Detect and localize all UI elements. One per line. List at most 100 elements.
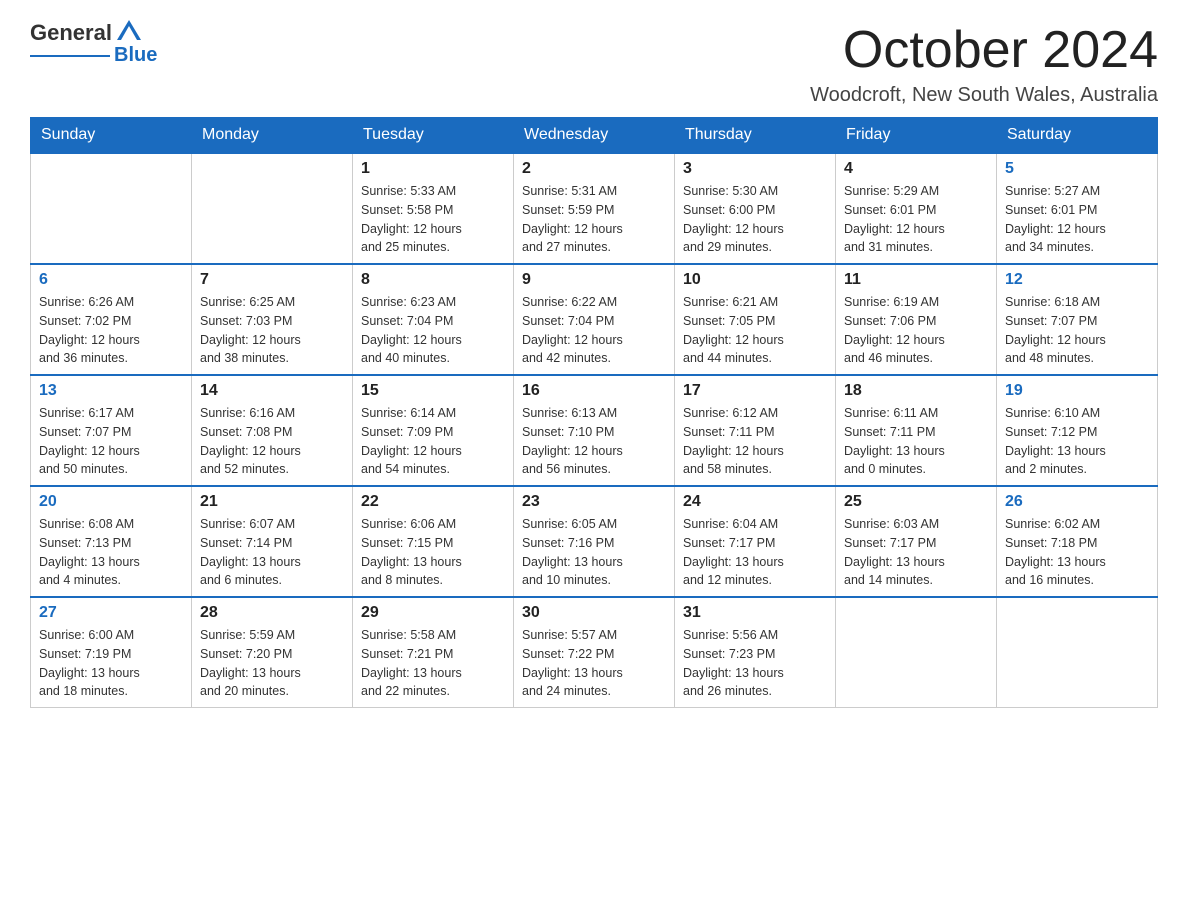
col-header-saturday: Saturday [997, 118, 1158, 154]
calendar-cell: 11 Sunrise: 6:19 AMSunset: 7:06 PMDayligh… [836, 264, 997, 375]
day-info: Sunrise: 6:10 AMSunset: 7:12 PMDaylight:… [1005, 404, 1149, 479]
day-number: 21 [200, 493, 344, 511]
day-info: Sunrise: 5:27 AMSunset: 6:01 PMDaylight:… [1005, 182, 1149, 257]
col-header-sunday: Sunday [31, 118, 192, 154]
day-info: Sunrise: 5:30 AMSunset: 6:00 PMDaylight:… [683, 182, 827, 257]
calendar-cell: 9Sunrise: 6:22 AMSunset: 7:04 PMDaylight… [514, 264, 675, 375]
calendar-cell: 17 Sunrise: 6:12 AMSunset: 7:11 PMDayligh… [675, 375, 836, 486]
calendar-cell: 14 Sunrise: 6:16 AMSunset: 7:08 PMDayligh… [192, 375, 353, 486]
day-number: 24 [683, 493, 827, 511]
week-row-5: 27Sunrise: 6:00 AMSunset: 7:19 PMDayligh… [31, 597, 1158, 708]
calendar-cell: 5 Sunrise: 5:27 AMSunset: 6:01 PMDaylight… [997, 153, 1158, 264]
location-title: Woodcroft, New South Wales, Australia [810, 84, 1158, 107]
day-info: Sunrise: 6:13 AMSunset: 7:10 PMDaylight:… [522, 404, 666, 479]
day-number: 19 [1005, 382, 1149, 400]
calendar-cell: 21 Sunrise: 6:07 AMSunset: 7:14 PMDayligh… [192, 486, 353, 597]
calendar-cell: 2Sunrise: 5:31 AMSunset: 5:59 PMDaylight… [514, 153, 675, 264]
calendar-cell: 4 Sunrise: 5:29 AMSunset: 6:01 PMDaylight… [836, 153, 997, 264]
calendar-cell: 20Sunrise: 6:08 AMSunset: 7:13 PMDayligh… [31, 486, 192, 597]
day-info: Sunrise: 5:57 AMSunset: 7:22 PMDaylight:… [522, 626, 666, 701]
day-number: 11 [844, 271, 988, 289]
day-info: Sunrise: 6:06 AMSunset: 7:15 PMDaylight:… [361, 515, 505, 590]
header-row: SundayMondayTuesdayWednesdayThursdayFrid… [31, 118, 1158, 154]
calendar-cell [192, 153, 353, 264]
day-number: 30 [522, 604, 666, 622]
day-info: Sunrise: 5:56 AMSunset: 7:23 PMDaylight:… [683, 626, 827, 701]
day-number: 10 [683, 271, 827, 289]
week-row-3: 13 Sunrise: 6:17 AMSunset: 7:07 PMDayligh… [31, 375, 1158, 486]
calendar-cell: 23 Sunrise: 6:05 AMSunset: 7:16 PMDayligh… [514, 486, 675, 597]
day-number: 18 [844, 382, 988, 400]
calendar-cell: 28 Sunrise: 5:59 AMSunset: 7:20 PMDayligh… [192, 597, 353, 708]
day-info: Sunrise: 6:12 AMSunset: 7:11 PMDaylight:… [683, 404, 827, 479]
day-info: Sunrise: 6:19 AMSunset: 7:06 PMDaylight:… [844, 293, 988, 368]
day-number: 8 [361, 271, 505, 289]
calendar-cell: 1 Sunrise: 5:33 AMSunset: 5:58 PMDaylight… [353, 153, 514, 264]
day-info: Sunrise: 6:00 AMSunset: 7:19 PMDaylight:… [39, 626, 183, 701]
week-row-2: 6 Sunrise: 6:26 AMSunset: 7:02 PMDaylight… [31, 264, 1158, 375]
day-info: Sunrise: 6:08 AMSunset: 7:13 PMDaylight:… [39, 515, 183, 590]
logo-general-text: General [30, 20, 112, 46]
week-row-1: 1 Sunrise: 5:33 AMSunset: 5:58 PMDaylight… [31, 153, 1158, 264]
day-number: 29 [361, 604, 505, 622]
calendar-cell [31, 153, 192, 264]
day-info: Sunrise: 6:05 AMSunset: 7:16 PMDaylight:… [522, 515, 666, 590]
day-number: 7 [200, 271, 344, 289]
calendar-cell: 6 Sunrise: 6:26 AMSunset: 7:02 PMDaylight… [31, 264, 192, 375]
day-number: 15 [361, 382, 505, 400]
calendar-cell: 18Sunrise: 6:11 AMSunset: 7:11 PMDayligh… [836, 375, 997, 486]
calendar-cell: 22 Sunrise: 6:06 AMSunset: 7:15 PMDayligh… [353, 486, 514, 597]
day-number: 23 [522, 493, 666, 511]
calendar-cell [836, 597, 997, 708]
day-number: 13 [39, 382, 183, 400]
day-number: 25 [844, 493, 988, 511]
day-number: 17 [683, 382, 827, 400]
col-header-tuesday: Tuesday [353, 118, 514, 154]
day-info: Sunrise: 6:02 AMSunset: 7:18 PMDaylight:… [1005, 515, 1149, 590]
day-number: 28 [200, 604, 344, 622]
calendar-cell: 27Sunrise: 6:00 AMSunset: 7:19 PMDayligh… [31, 597, 192, 708]
calendar-cell: 10Sunrise: 6:21 AMSunset: 7:05 PMDayligh… [675, 264, 836, 375]
week-row-4: 20Sunrise: 6:08 AMSunset: 7:13 PMDayligh… [31, 486, 1158, 597]
calendar-cell: 13 Sunrise: 6:17 AMSunset: 7:07 PMDayligh… [31, 375, 192, 486]
day-number: 5 [1005, 160, 1149, 178]
logo-icon [115, 18, 143, 46]
col-header-thursday: Thursday [675, 118, 836, 154]
calendar-cell: 12 Sunrise: 6:18 AMSunset: 7:07 PMDayligh… [997, 264, 1158, 375]
day-number: 22 [361, 493, 505, 511]
calendar-cell: 26Sunrise: 6:02 AMSunset: 7:18 PMDayligh… [997, 486, 1158, 597]
day-number: 6 [39, 271, 183, 289]
day-info: Sunrise: 5:29 AMSunset: 6:01 PMDaylight:… [844, 182, 988, 257]
day-info: Sunrise: 6:22 AMSunset: 7:04 PMDaylight:… [522, 293, 666, 368]
day-info: Sunrise: 6:18 AMSunset: 7:07 PMDaylight:… [1005, 293, 1149, 368]
calendar-cell: 19 Sunrise: 6:10 AMSunset: 7:12 PMDayligh… [997, 375, 1158, 486]
day-number: 1 [361, 160, 505, 178]
day-info: Sunrise: 5:33 AMSunset: 5:58 PMDaylight:… [361, 182, 505, 257]
calendar-cell: 30 Sunrise: 5:57 AMSunset: 7:22 PMDayligh… [514, 597, 675, 708]
logo-blue-text: Blue [114, 44, 157, 67]
page-header: General Blue October 2024 Woodcroft, New… [30, 20, 1158, 107]
title-block: October 2024 Woodcroft, New South Wales,… [810, 20, 1158, 107]
calendar-cell [997, 597, 1158, 708]
day-number: 12 [1005, 271, 1149, 289]
calendar-cell: 31 Sunrise: 5:56 AMSunset: 7:23 PMDayligh… [675, 597, 836, 708]
day-number: 4 [844, 160, 988, 178]
day-info: Sunrise: 5:58 AMSunset: 7:21 PMDaylight:… [361, 626, 505, 701]
day-info: Sunrise: 6:17 AMSunset: 7:07 PMDaylight:… [39, 404, 183, 479]
day-info: Sunrise: 5:59 AMSunset: 7:20 PMDaylight:… [200, 626, 344, 701]
day-number: 16 [522, 382, 666, 400]
calendar-cell: 8Sunrise: 6:23 AMSunset: 7:04 PMDaylight… [353, 264, 514, 375]
day-info: Sunrise: 6:16 AMSunset: 7:08 PMDaylight:… [200, 404, 344, 479]
calendar-cell: 16 Sunrise: 6:13 AMSunset: 7:10 PMDayligh… [514, 375, 675, 486]
day-info: Sunrise: 6:26 AMSunset: 7:02 PMDaylight:… [39, 293, 183, 368]
day-info: Sunrise: 6:03 AMSunset: 7:17 PMDaylight:… [844, 515, 988, 590]
calendar-cell: 25 Sunrise: 6:03 AMSunset: 7:17 PMDayligh… [836, 486, 997, 597]
day-number: 14 [200, 382, 344, 400]
calendar-cell: 29 Sunrise: 5:58 AMSunset: 7:21 PMDayligh… [353, 597, 514, 708]
day-number: 31 [683, 604, 827, 622]
col-header-friday: Friday [836, 118, 997, 154]
col-header-wednesday: Wednesday [514, 118, 675, 154]
day-info: Sunrise: 6:07 AMSunset: 7:14 PMDaylight:… [200, 515, 344, 590]
day-number: 2 [522, 160, 666, 178]
month-title: October 2024 [810, 20, 1158, 80]
